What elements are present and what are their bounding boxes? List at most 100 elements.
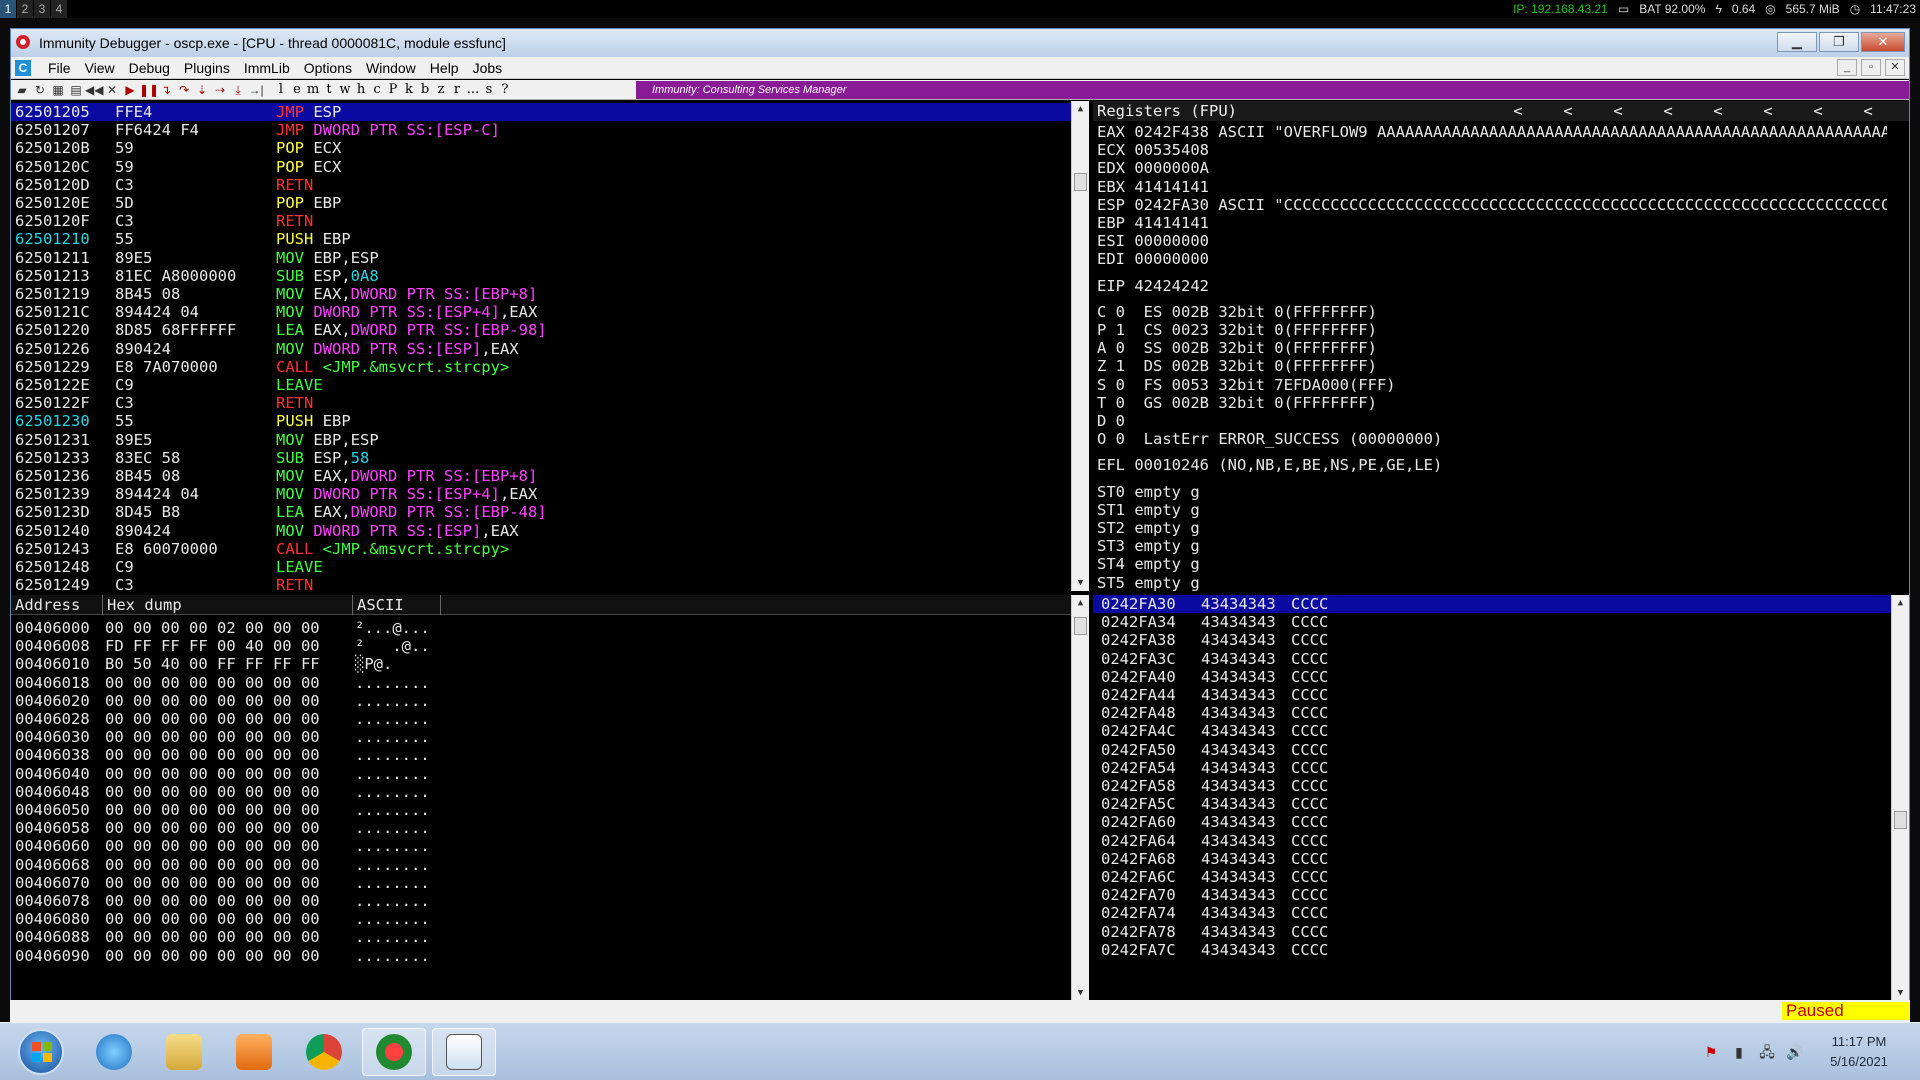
stack-row[interactable]: 0242FA34 43434343 CCCC [1093, 613, 1891, 631]
internet-explorer-taskbar-button[interactable] [82, 1028, 146, 1076]
close-debuggee-icon[interactable]: ✕ [103, 81, 121, 99]
menu-jobs[interactable]: Jobs [466, 59, 510, 77]
chevron-left-icon[interactable]: < [1743, 101, 1793, 121]
register-line[interactable]: ST1 empty g [1097, 501, 1887, 519]
stack-row[interactable]: 0242FA60 43434343 CCCC [1093, 813, 1891, 831]
stack-row[interactable]: 0242FA30 43434343 CCCC [1093, 595, 1891, 613]
register-line[interactable]: EBP 41414141 [1097, 214, 1887, 232]
disassembly-row[interactable]: 6250120F C3 RETN [11, 212, 1071, 230]
toolbar-window-button[interactable]: s [481, 81, 497, 99]
action-center-icon[interactable]: ⚑ [1702, 1043, 1720, 1061]
toolbar-window-button[interactable]: k [401, 81, 417, 99]
register-line[interactable]: ST5 empty g [1097, 574, 1887, 591]
chevron-left-icon[interactable]: < [1793, 101, 1843, 121]
open-folder-icon[interactable]: ▰ [13, 81, 31, 99]
maximize-button[interactable]: ❐ [1819, 32, 1859, 52]
toolbar-window-button[interactable]: b [417, 81, 433, 99]
immunity-debugger-taskbar-button[interactable] [362, 1028, 426, 1076]
register-line[interactable]: ST3 empty g [1097, 537, 1887, 555]
register-line[interactable]: ESP 0242FA30 ASCII "CCCCCCCCCCCCCCCCCCCC… [1097, 196, 1887, 214]
stack-row[interactable]: 0242FA7C 43434343 CCCC [1093, 941, 1891, 959]
attach-icon[interactable]: ▦ [49, 81, 67, 99]
stack-row[interactable]: 0242FA64 43434343 CCCC [1093, 832, 1891, 850]
scroll-up-icon[interactable]: ▲ [1072, 595, 1089, 611]
consulting-banner[interactable]: Immunity: Consulting Services Manager [636, 81, 1909, 99]
menu-debug[interactable]: Debug [122, 59, 177, 77]
disassembly-row[interactable]: 62501211 89E5 MOV EBP,ESP [11, 249, 1071, 267]
step-into-icon[interactable]: ↴ [157, 81, 175, 99]
toolbar-window-button[interactable]: r [449, 81, 465, 99]
file-explorer-taskbar-button[interactable] [152, 1028, 216, 1076]
toolbar-window-button[interactable]: w [337, 81, 353, 99]
menu-view[interactable]: View [78, 59, 122, 77]
notepad-taskbar-button[interactable] [432, 1028, 496, 1076]
title-bar[interactable]: Immunity Debugger - oscp.exe - [CPU - th… [11, 29, 1909, 57]
workspace-button[interactable]: 2 [17, 0, 34, 18]
toolbar-window-button[interactable]: z [433, 81, 449, 99]
disassembly-row[interactable]: 62501233 83EC 58 SUB ESP,58 [11, 449, 1071, 467]
register-line[interactable]: A 0 SS 002B 32bit 0(FFFFFFFF) [1097, 339, 1887, 357]
register-line[interactable]: EIP 42424242 [1097, 277, 1887, 295]
minimize-button[interactable]: ▁ [1777, 32, 1817, 52]
toolbar-window-button[interactable]: e [289, 81, 305, 99]
toolbar-window-button[interactable]: c [369, 81, 385, 99]
stack-row[interactable]: 0242FA5C 43434343 CCCC [1093, 795, 1891, 813]
start-button[interactable] [18, 1029, 64, 1075]
scroll-up-icon[interactable]: ▲ [1072, 101, 1089, 117]
disassembly-row[interactable]: 6250120B 59 POP ECX [11, 139, 1071, 157]
disassembly-scrollbar[interactable]: ▲ ▼ [1071, 101, 1089, 591]
register-line[interactable]: EAX 0242F438 ASCII "OVERFLOW9 AAAAAAAAAA… [1097, 123, 1887, 141]
scroll-up-icon[interactable]: ▲ [1892, 595, 1909, 611]
volume-icon[interactable]: 🔊 [1786, 1043, 1804, 1061]
disassembly-row[interactable]: 62501231 89E5 MOV EBP,ESP [11, 431, 1071, 449]
close-button[interactable]: ✕ [1861, 32, 1905, 52]
disassembly-row[interactable]: 6250123D 8D45 B8 LEA EAX,DWORD PTR SS:[EBP… [11, 503, 1071, 521]
disassembly-row[interactable]: 62501205 FFE4 JMP ESP [11, 103, 1071, 121]
restart-icon[interactable]: ↻ [31, 81, 49, 99]
stack-scrollbar[interactable]: ▲ ▼ [1891, 595, 1909, 1001]
stack-row[interactable]: 0242FA58 43434343 CCCC [1093, 777, 1891, 795]
stack-row[interactable]: 0242FA48 43434343 CCCC [1093, 704, 1891, 722]
stack-row[interactable]: 0242FA40 43434343 CCCC [1093, 668, 1891, 686]
stack-row[interactable]: 0242FA3C 43434343 CCCC [1093, 650, 1891, 668]
disassembly-row[interactable]: 62501249 C3 RETN [11, 576, 1071, 591]
disassembly-row[interactable]: 62501220 8D85 68FFFFFF LEA EAX,DWORD PTR S… [11, 321, 1071, 339]
disassembly-row[interactable]: 62501230 55 PUSH EBP [11, 412, 1071, 430]
chevron-left-icon[interactable]: < [1493, 101, 1543, 121]
toolbar-window-button[interactable]: m [305, 81, 321, 99]
registers-header[interactable]: Registers (FPU) < < < < < < < < [1093, 101, 1909, 121]
scroll-thumb[interactable] [1074, 173, 1087, 191]
register-line[interactable]: O 0 LastErr ERROR_SUCCESS (00000000) [1097, 430, 1887, 448]
child-minimize-button[interactable]: _ [1837, 59, 1857, 76]
child-close-button[interactable]: ✕ [1885, 59, 1905, 76]
dump-col-address[interactable]: Address [11, 595, 103, 615]
media-player-taskbar-button[interactable] [222, 1028, 286, 1076]
disassembly-row[interactable]: 62501236 8B45 08 MOV EAX,DWORD PTR SS:[EBP… [11, 467, 1071, 485]
trace-into-icon[interactable]: ⇣ [193, 81, 211, 99]
disassembly-row[interactable]: 62501207 FF6424 F4 JMP DWORD PTR SS:[ESP-C… [11, 121, 1071, 139]
scroll-down-icon[interactable]: ▼ [1072, 575, 1089, 591]
dump-col-hex[interactable]: Hex dump [103, 595, 353, 615]
disassembly-row[interactable]: 6250120D C3 RETN [11, 176, 1071, 194]
register-line[interactable]: D 0 [1097, 412, 1887, 430]
rewind-icon[interactable]: ◀◀ [85, 81, 103, 99]
chevron-left-icon[interactable]: < [1543, 101, 1593, 121]
dump-col-ascii[interactable]: ASCII [353, 595, 441, 615]
pause-icon[interactable]: ❚❚ [139, 81, 159, 99]
register-line[interactable]: ST0 empty g [1097, 483, 1887, 501]
disassembly-row[interactable]: 62501243 E8 60070000 CALL <JMP.&msvcrt.str… [11, 540, 1071, 558]
stack-row[interactable]: 0242FA54 43434343 CCCC [1093, 759, 1891, 777]
disassembly-pane[interactable]: 62501205 FFE4 JMP ESP 62501207 FF6424 F4 JMP … [11, 101, 1089, 591]
register-line[interactable]: P 1 CS 0023 32bit 0(FFFFFFFF) [1097, 321, 1887, 339]
register-line[interactable]: ST2 empty g [1097, 519, 1887, 537]
disassembly-row[interactable]: 62501229 E8 7A070000 CALL <JMP.&msvcrt.str… [11, 358, 1071, 376]
cpu-window-icon[interactable]: C [15, 60, 31, 76]
stack-row[interactable]: 0242FA70 43434343 CCCC [1093, 886, 1891, 904]
execute-till-return-icon[interactable]: ⤓ [229, 81, 247, 99]
toolbar-window-button[interactable]: h [353, 81, 369, 99]
chevron-left-icon[interactable]: < [1693, 101, 1743, 121]
disassembly-row[interactable]: 62501219 8B45 08 MOV EAX,DWORD PTR SS:[EBP… [11, 285, 1071, 303]
go-to-icon[interactable]: →| [247, 81, 265, 99]
child-restore-button[interactable]: ▫ [1861, 59, 1881, 76]
register-line[interactable]: Z 1 DS 002B 32bit 0(FFFFFFFF) [1097, 357, 1887, 375]
